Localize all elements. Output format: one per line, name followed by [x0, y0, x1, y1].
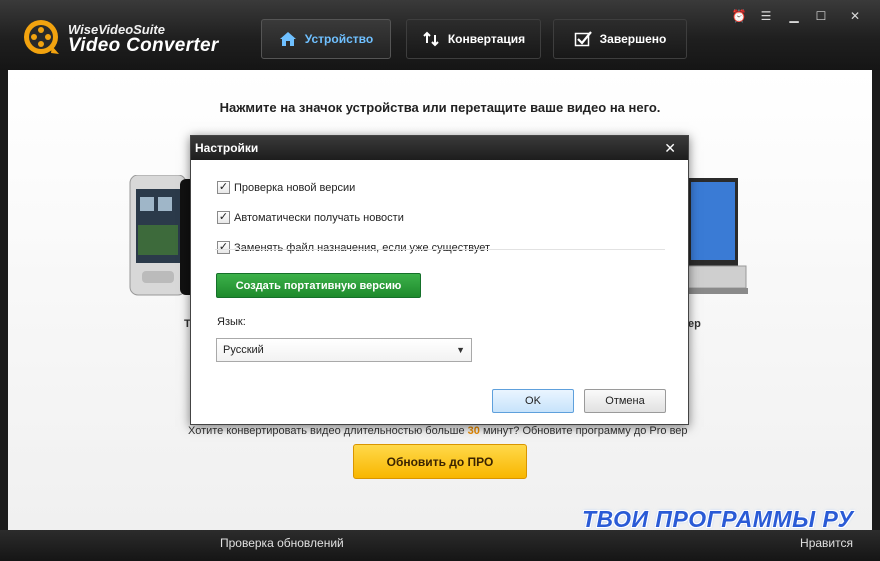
watermark-text: ТВОИ ПРОГРАММЫ РУ — [582, 506, 854, 532]
tab-done[interactable]: Завершено — [553, 19, 687, 59]
promo-text: Хотите конвертировать видео длительность… — [188, 425, 688, 437]
tab-convert-label: Конвертация — [447, 32, 526, 46]
option-label: Автоматически получать новости — [234, 211, 404, 224]
swap-arrows-icon — [423, 31, 439, 47]
check-version-option[interactable]: ✓ Проверка новой версии — [217, 181, 355, 194]
title-bar: WiseVideoSuite Video Converter Устройств… — [0, 0, 880, 70]
laptop-device-icon[interactable] — [688, 178, 748, 298]
like-link[interactable]: Нравится — [800, 536, 853, 550]
upgrade-pro-button[interactable]: Обновить до ПРО — [353, 444, 527, 479]
minimize-icon[interactable]: ▁ — [785, 8, 803, 24]
checkbox[interactable]: ✓ — [217, 181, 230, 194]
device-label-right: ер — [688, 318, 701, 330]
promo-minutes: 30 — [467, 425, 480, 437]
checkbox[interactable]: ✓ — [217, 241, 230, 254]
house-icon — [279, 32, 296, 46]
tab-device[interactable]: Устройство — [261, 19, 391, 59]
option-label: Заменять файл назначения, если уже сущес… — [234, 241, 491, 254]
create-portable-button[interactable]: Создать портативную версию — [216, 273, 421, 298]
menu-icon[interactable]: ☰ — [757, 8, 775, 24]
dialog-header: Настройки ✕ — [191, 136, 688, 160]
chevron-down-icon: ▼ — [456, 345, 465, 355]
divider — [215, 249, 665, 250]
dialog-close-icon[interactable]: ✕ — [664, 136, 676, 160]
option-label: Проверка новой версии — [234, 181, 356, 194]
alarm-icon[interactable]: ⏰ — [730, 8, 748, 24]
overwrite-file-option[interactable]: ✓ Заменять файл назначения, если уже сущ… — [217, 241, 490, 254]
language-label: Язык: — [217, 316, 246, 328]
close-icon[interactable]: ✕ — [846, 8, 864, 24]
tab-done-label: Завершено — [599, 32, 667, 46]
settings-dialog: Настройки ✕ ✓ Проверка новой версии ✓ Ав… — [190, 135, 689, 425]
tab-convert[interactable]: Конвертация — [406, 19, 541, 59]
film-reel-logo-icon — [24, 20, 59, 54]
app-title: Video Converter — [68, 35, 219, 56]
checkmark-icon — [574, 31, 592, 47]
tab-device-label: Устройство — [304, 32, 374, 46]
language-value: Русский — [223, 344, 264, 356]
check-updates-link[interactable]: Проверка обновлений — [220, 536, 344, 550]
checkbox[interactable]: ✓ — [217, 211, 230, 224]
cancel-button[interactable]: Отмена — [584, 389, 666, 413]
promo-before: Хотите конвертировать видео длительность… — [188, 425, 465, 437]
ok-button[interactable]: OK — [492, 389, 574, 413]
maximize-icon[interactable]: ☐ — [812, 8, 830, 24]
dialog-title: Настройки — [195, 141, 259, 155]
promo-after: минут? Обновите программу до Pro вер — [482, 425, 688, 437]
auto-news-option[interactable]: ✓ Автоматически получать новости — [217, 211, 404, 224]
status-bar: Проверка обновлений Нравится — [0, 530, 880, 561]
instruction-text: Нажмите на значок устройства или перетащ… — [219, 100, 661, 115]
language-select[interactable]: Русский ▼ — [216, 338, 472, 362]
